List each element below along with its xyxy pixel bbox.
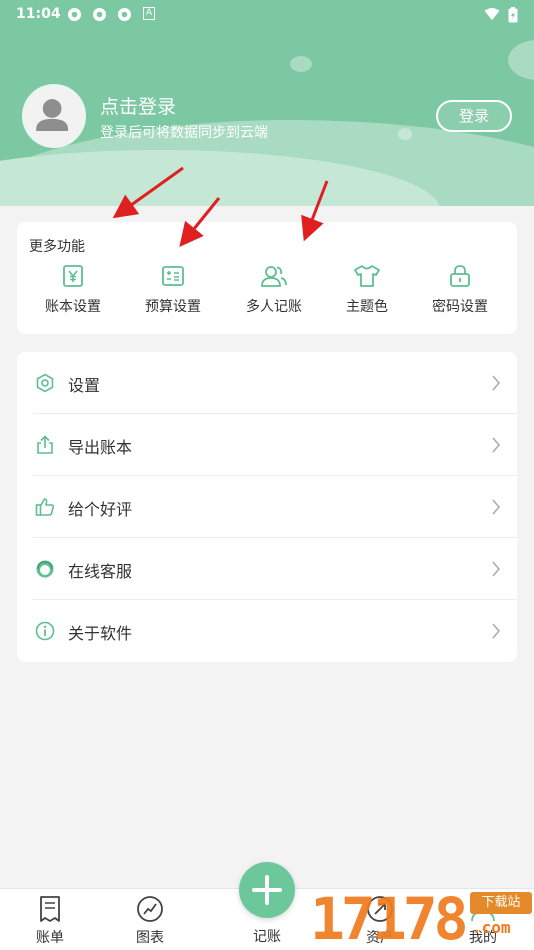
watermark-number: 17178 bbox=[310, 885, 469, 950]
menu-item-export-ledger[interactable]: 导出账本 bbox=[17, 414, 517, 476]
chevron-right-icon bbox=[492, 437, 500, 453]
watermark-domain: .com bbox=[472, 918, 511, 937]
menu-item-label: 关于软件 bbox=[68, 624, 133, 643]
feature-multi-user[interactable]: 多人记账 bbox=[229, 264, 319, 324]
feature-label: 多人记账 bbox=[246, 299, 302, 315]
export-icon bbox=[37, 435, 53, 454]
tab-label: 账单 bbox=[36, 930, 64, 946]
feature-label: 预算设置 bbox=[145, 299, 201, 315]
tshirt-icon bbox=[354, 265, 380, 287]
annotation-arrow bbox=[301, 180, 329, 242]
chevron-right-icon bbox=[492, 375, 500, 391]
chevron-right-icon bbox=[492, 623, 500, 639]
budget-icon bbox=[162, 266, 184, 286]
add-record-button[interactable] bbox=[239, 862, 295, 918]
menu-item-about[interactable]: 关于软件 bbox=[17, 600, 517, 662]
menu-item-label: 设置 bbox=[68, 376, 101, 395]
feature-theme-color[interactable]: 主题色 bbox=[322, 264, 412, 324]
plus-icon bbox=[252, 875, 282, 905]
menu-item-label: 给个好评 bbox=[68, 500, 133, 519]
annotation-arrow bbox=[179, 197, 221, 247]
annotation-arrows bbox=[112, 166, 329, 247]
watermark-badge: 下载站 bbox=[470, 892, 532, 914]
menu-item-settings[interactable]: 设置 bbox=[17, 352, 517, 414]
menu-item-label: 导出账本 bbox=[68, 438, 133, 457]
feature-budget-settings[interactable]: 预算设置 bbox=[128, 264, 218, 324]
add-record-label: 记账 bbox=[253, 929, 281, 945]
chart-icon bbox=[137, 896, 163, 922]
feature-password-settings[interactable]: 密码设置 bbox=[415, 264, 505, 324]
bill-icon bbox=[40, 896, 60, 922]
feature-ledger-settings[interactable]: 账本设置 bbox=[28, 264, 118, 324]
feature-label: 密码设置 bbox=[432, 299, 488, 315]
users-icon bbox=[261, 266, 287, 287]
site-watermark: 17178 下载站 .com bbox=[310, 884, 534, 950]
feature-label: 主题色 bbox=[346, 299, 388, 315]
menu-item-rate-app[interactable]: 给个好评 bbox=[17, 476, 517, 538]
chevron-right-icon bbox=[492, 561, 500, 577]
feature-label: 账本设置 bbox=[45, 299, 101, 315]
tab-label: 图表 bbox=[136, 930, 164, 946]
menu-list-card: 设置 导出账本 给个好评 在线客服 关于软件 bbox=[17, 352, 517, 662]
chevron-right-icon bbox=[492, 499, 500, 515]
headset-icon bbox=[36, 560, 54, 578]
tab-bills[interactable]: 账单 bbox=[15, 895, 85, 947]
menu-item-label: 在线客服 bbox=[68, 562, 133, 581]
info-icon bbox=[35, 621, 55, 641]
tab-charts[interactable]: 图表 bbox=[115, 895, 185, 947]
yen-book-icon bbox=[63, 265, 83, 287]
lock-icon bbox=[450, 265, 470, 287]
menu-item-online-support[interactable]: 在线客服 bbox=[17, 538, 517, 600]
settings-hex-icon bbox=[36, 373, 54, 393]
thumbs-up-icon bbox=[35, 498, 54, 516]
annotation-arrow bbox=[112, 166, 184, 219]
